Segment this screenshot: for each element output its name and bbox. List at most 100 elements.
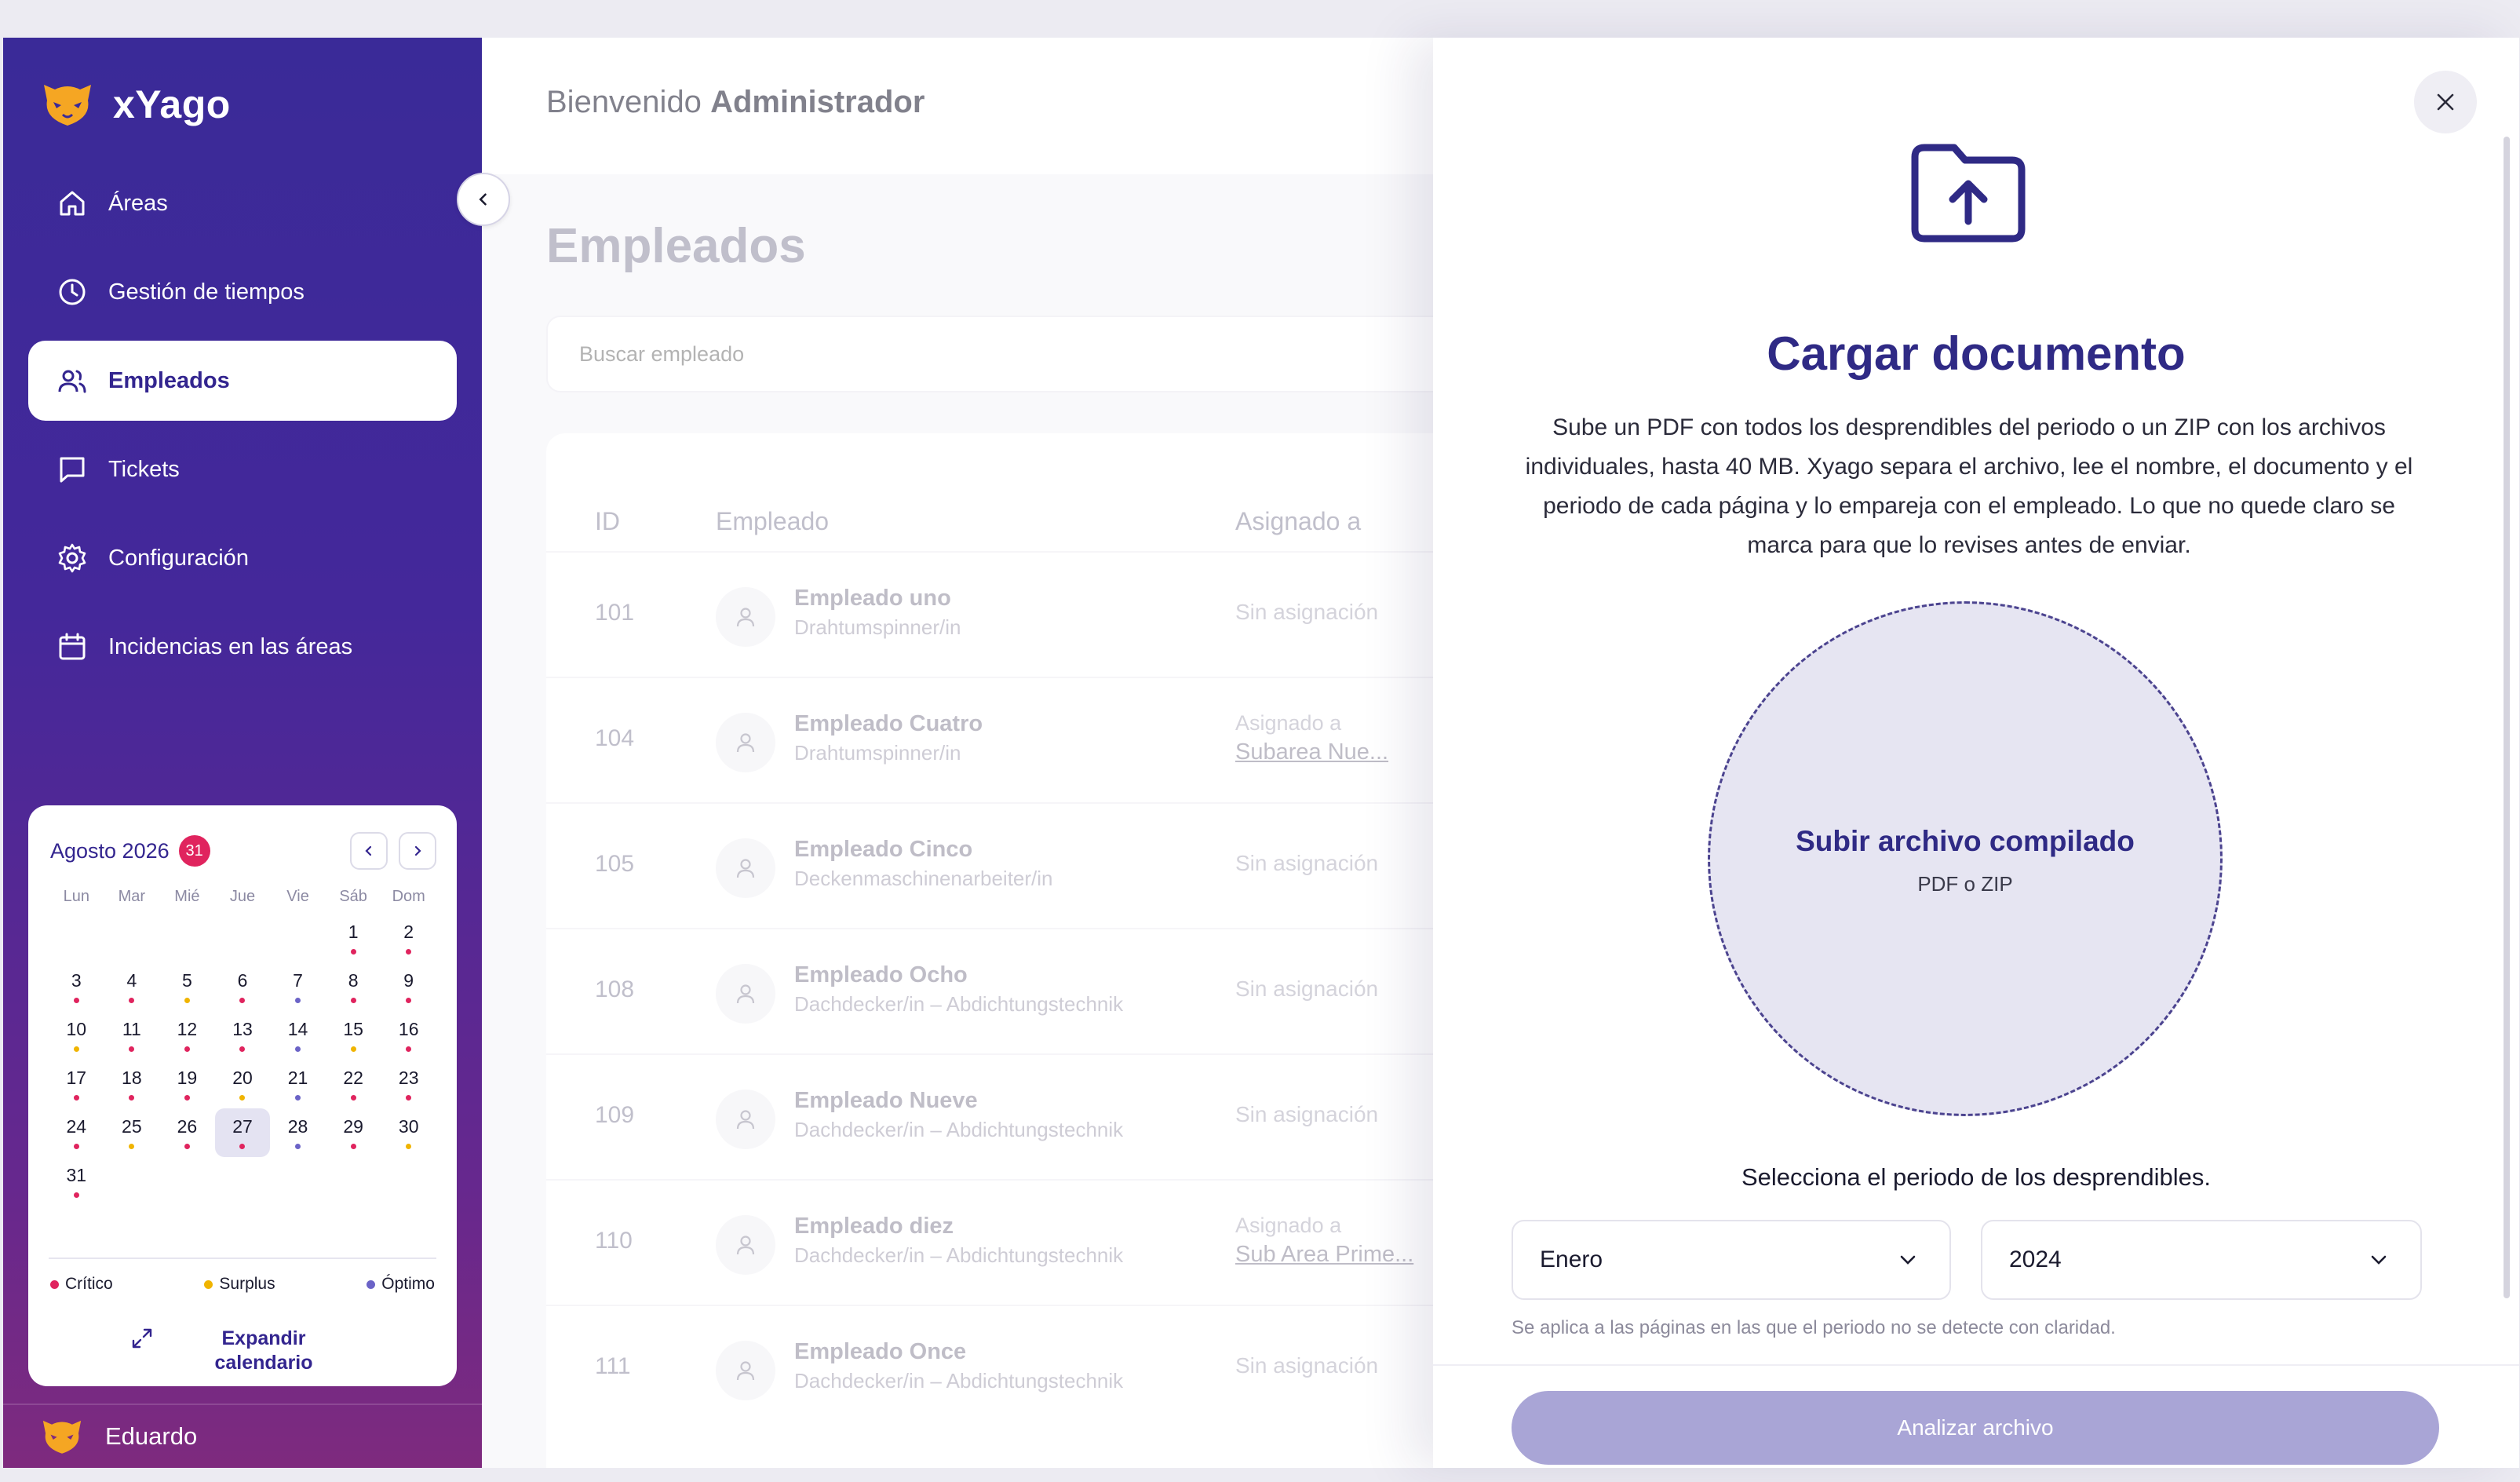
calendar-day[interactable]: 7 <box>270 962 326 1011</box>
calendar-day[interactable]: 9 <box>381 962 436 1011</box>
period-note: Se aplica a las páginas en las que el pe… <box>1512 1317 2116 1338</box>
weekday-label: Vie <box>286 888 309 905</box>
calendar-day[interactable]: 6 <box>215 962 271 1011</box>
calendar-day[interactable]: 25 <box>104 1108 160 1157</box>
sidebar: xYago Áreas Gestión de tiempos Empleados Ti… <box>3 38 482 1468</box>
status-dot <box>295 1095 301 1101</box>
assigned-status: Sin asignación <box>1235 1102 1379 1126</box>
calendar-day[interactable]: 28 <box>270 1108 326 1157</box>
calendar-blank <box>104 914 160 962</box>
calendar-day[interactable]: 23 <box>381 1060 436 1108</box>
employee-id: 110 <box>595 1228 633 1254</box>
sidebar-item-gestion-de-tiempos[interactable]: Gestión de tiempos <box>28 252 457 332</box>
weekday-label: Dom <box>392 888 425 905</box>
status-dot <box>184 998 190 1003</box>
calendar-next-button[interactable] <box>399 832 436 870</box>
year-select[interactable]: 2024 <box>1981 1220 2422 1300</box>
analyze-file-button[interactable]: Analizar archivo <box>1512 1391 2439 1465</box>
sidebar-item-label: Áreas <box>108 190 168 216</box>
assigned-prefix: Asignado a <box>1235 711 1342 735</box>
calendar-day[interactable]: 29 <box>326 1108 381 1157</box>
tiger-logo-icon <box>44 85 91 126</box>
column-header-employee[interactable]: Empleado <box>716 507 829 536</box>
close-drawer-button[interactable] <box>2414 71 2477 133</box>
calendar-day[interactable]: 14 <box>270 1011 326 1060</box>
expand-icon <box>132 1328 152 1349</box>
expand-calendar-label: Expandir calendario <box>214 1327 313 1374</box>
calendar-blank <box>49 914 104 962</box>
upload-document-drawer: Cargar documento Sube un PDF con todos l… <box>1433 38 2519 1468</box>
sidebar-item-configuracion[interactable]: Configuración <box>28 518 457 598</box>
calendar-day[interactable]: 11 <box>104 1011 160 1060</box>
avatar <box>716 1341 775 1400</box>
status-dot <box>184 1095 190 1101</box>
calendar-day[interactable]: 16 <box>381 1011 436 1060</box>
status-dot <box>295 1046 301 1052</box>
calendar-day[interactable]: 5 <box>159 962 215 1011</box>
calendar-day[interactable]: 8 <box>326 962 381 1011</box>
calendar-day[interactable]: 20 <box>215 1060 271 1108</box>
employee-role: Dachdecker/in – Abdichtungstechnik <box>794 992 1124 1016</box>
calendar-divider <box>49 1258 436 1259</box>
sidebar-item-areas[interactable]: Áreas <box>28 163 457 243</box>
calendar-day[interactable]: 19 <box>159 1060 215 1108</box>
calendar-day[interactable]: 30 <box>381 1108 436 1157</box>
calendar-prev-button[interactable] <box>350 832 388 870</box>
status-dot <box>350 949 356 955</box>
calendar-day[interactable]: 3 <box>49 962 104 1011</box>
status-dot <box>406 1144 412 1149</box>
calendar-day[interactable]: 13 <box>215 1011 271 1060</box>
column-header-assigned[interactable]: Asignado a <box>1235 507 1361 536</box>
status-dot <box>406 998 412 1003</box>
calendar-day[interactable]: 17 <box>49 1060 104 1108</box>
drawer-scrollbar[interactable] <box>2504 137 2510 1298</box>
status-dot <box>239 1095 246 1101</box>
employee-id: 101 <box>595 600 635 626</box>
month-select[interactable]: Enero <box>1512 1220 1951 1300</box>
users-icon <box>58 370 86 393</box>
assigned-status: Sin asignación <box>1235 1353 1379 1378</box>
calendar-day[interactable]: 15 <box>326 1011 381 1060</box>
expand-calendar-button[interactable]: Expandir calendario <box>130 1327 326 1375</box>
user-profile[interactable]: Eduardo <box>3 1404 482 1468</box>
mini-calendar: Agosto 2026 31 Lun Mar Mié Jue Vie Sáb Dom 1 2 3 4… <box>28 805 457 1386</box>
assigned-area-link[interactable]: Subarea Nue... <box>1235 739 1388 765</box>
calendar-day[interactable]: 12 <box>159 1011 215 1060</box>
assigned-area-link[interactable]: Sub Area Prime... <box>1235 1242 1413 1268</box>
calendar-day[interactable]: 18 <box>104 1060 160 1108</box>
file-dropzone[interactable]: Subir archivo compilado PDF o ZIP <box>1708 601 2223 1116</box>
sidebar-item-tickets[interactable]: Tickets <box>28 429 457 509</box>
calendar-day[interactable]: 21 <box>270 1060 326 1108</box>
employee-name: Empleado Once <box>794 1339 967 1364</box>
status-dot <box>73 1046 79 1052</box>
chevron-right-icon <box>414 845 421 856</box>
logo[interactable]: xYago <box>39 80 231 129</box>
employee-name: Empleado Ocho <box>794 962 968 987</box>
status-dot <box>295 998 301 1003</box>
calendar-day[interactable]: 2 <box>381 914 436 962</box>
status-dot <box>239 1046 246 1052</box>
sidebar-item-label: Gestión de tiempos <box>108 279 305 305</box>
calendar-day[interactable]: 26 <box>159 1108 215 1157</box>
dropzone-title: Subir archivo compilado <box>1796 825 2135 857</box>
status-dot <box>184 1046 190 1052</box>
calendar-day[interactable]: 24 <box>49 1108 104 1157</box>
drawer-footer-divider <box>1433 1364 2519 1366</box>
calendar-legend: Crítico Surplus Óptimo <box>50 1275 435 1294</box>
weekday-label: Sáb <box>339 888 367 905</box>
calendar-day[interactable]: 31 <box>49 1157 104 1206</box>
sidebar-item-empleados[interactable]: Empleados <box>28 341 457 421</box>
employee-id: 105 <box>595 851 635 877</box>
column-header-id[interactable]: ID <box>595 507 620 536</box>
page-title: Empleados <box>546 219 806 273</box>
calendar-day[interactable]: 4 <box>104 962 160 1011</box>
calendar-day[interactable]: 1 <box>326 914 381 962</box>
collapse-sidebar-button[interactable] <box>457 173 510 226</box>
calendar-day[interactable]: 22 <box>326 1060 381 1108</box>
calendar-day[interactable]: 27 <box>214 1108 271 1157</box>
status-dot <box>406 1046 412 1052</box>
status-dot <box>73 1095 79 1101</box>
calendar-day[interactable]: 10 <box>49 1011 104 1060</box>
sidebar-nav: Áreas Gestión de tiempos Empleados Tickets C… <box>28 163 457 695</box>
sidebar-item-incidencias-en-las-areas[interactable]: Incidencias en las áreas <box>28 607 457 687</box>
